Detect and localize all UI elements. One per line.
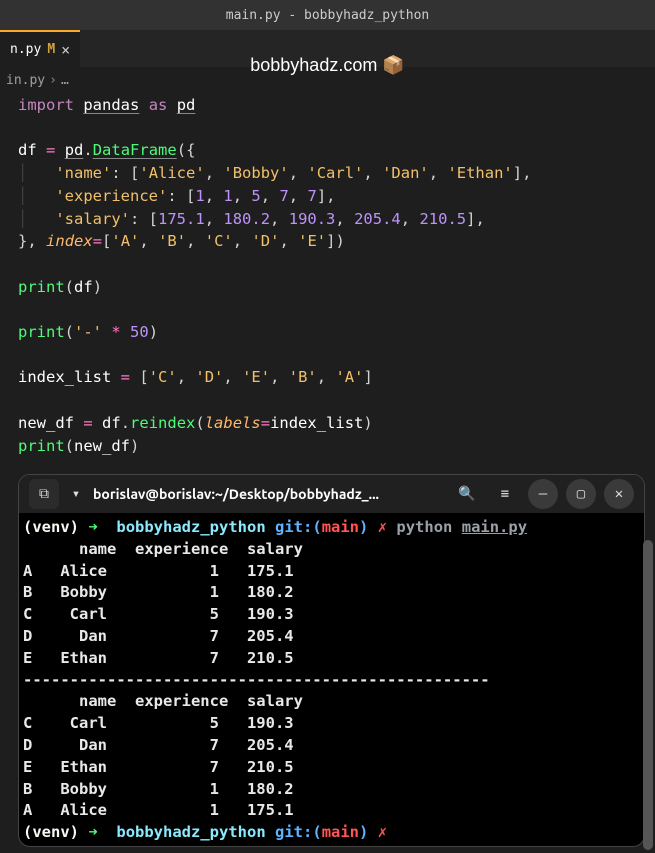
code-editor[interactable]: import pandas as pd df = pd.DataFrame({ … (0, 92, 655, 459)
close-button[interactable]: ✕ (604, 479, 634, 509)
search-icon[interactable]: 🔍 (452, 479, 482, 509)
terminal-title: borislav@borislav:~/Desktop/bobbyhadz_..… (93, 486, 444, 502)
maximize-button[interactable]: ▢ (566, 479, 596, 509)
breadcrumb-sep: › (49, 73, 57, 88)
dropdown-button[interactable]: ▾ (67, 479, 85, 509)
window-title: main.py - bobbyhadz_python (226, 8, 430, 23)
terminal-header: ⧉ ▾ borislav@borislav:~/Desktop/bobbyhad… (19, 475, 644, 513)
scrollbar[interactable] (643, 540, 653, 850)
breadcrumb[interactable]: in.py › … (0, 68, 655, 92)
menu-icon[interactable]: ≡ (490, 479, 520, 509)
breadcrumb-ellipsis: … (61, 73, 69, 88)
breadcrumb-file: in.py (6, 73, 45, 88)
tab-modified-indicator: M (47, 42, 55, 57)
window-titlebar: main.py - bobbyhadz_python (0, 0, 655, 30)
tab-label: n.py (10, 42, 41, 57)
tab-bar: n.py M × (0, 30, 655, 68)
terminal-window: ⧉ ▾ borislav@borislav:~/Desktop/bobbyhad… (18, 474, 645, 847)
new-tab-button[interactable]: ⧉ (29, 479, 59, 509)
terminal-output[interactable]: (venv) ➜ bobbyhadz_python git:(main) ✗ p… (19, 513, 644, 847)
tab-close-icon[interactable]: × (61, 41, 70, 59)
file-tab[interactable]: n.py M × (0, 30, 80, 68)
minimize-button[interactable]: – (528, 479, 558, 509)
